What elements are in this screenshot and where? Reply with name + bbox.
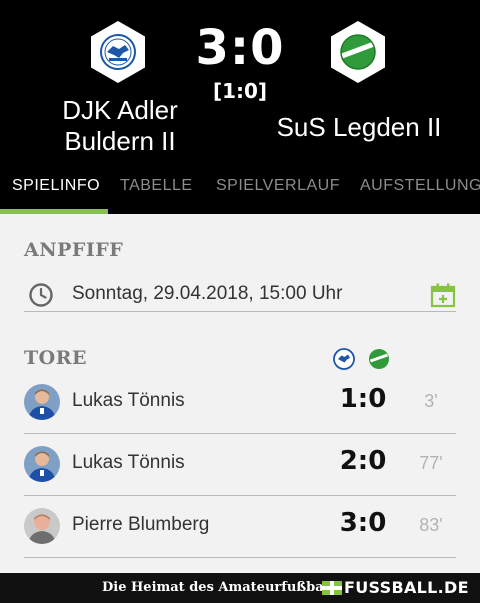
goal-scorer: Pierre Blumberg xyxy=(72,514,210,535)
tab-bar: SPIELINFO TABELLE SPIELVERLAUF AUFSTELLU… xyxy=(0,172,480,214)
fussball-flag-icon xyxy=(322,581,342,595)
goal-scorer: Lukas Tönnis xyxy=(72,452,185,473)
home-team-name-line1: DJK Adler xyxy=(62,95,178,125)
goal-minute: 77' xyxy=(419,453,443,473)
clock-icon xyxy=(29,283,53,307)
kickoff-section-title: ANPFIFF xyxy=(24,239,124,261)
footer-slogan: Die Heimat des Amateurfußballs xyxy=(102,580,341,595)
match-info-content: ANPFIFF Sonntag, 29.04.2018, 15:00 Uhr T… xyxy=(0,214,480,573)
away-team-name[interactable]: SuS Legden II xyxy=(262,112,456,143)
calendar-add-icon[interactable] xyxy=(430,282,456,308)
footer-brand: FUSSBALL.DE xyxy=(344,578,469,597)
goal-score: 3:0 xyxy=(339,508,387,538)
goal-minute: 3' xyxy=(424,391,438,411)
footer-banner[interactable]: Die Heimat des Amateurfußballs FUSSBALL.… xyxy=(0,573,480,603)
goal-score: 2:0 xyxy=(339,446,387,476)
kickoff-row: Sonntag, 29.04.2018, 15:00 Uhr xyxy=(24,278,456,312)
kickoff-datetime: Sonntag, 29.04.2018, 15:00 Uhr xyxy=(72,283,343,304)
player-avatar xyxy=(24,508,60,544)
final-score: 3:0 xyxy=(195,20,285,76)
tab-spielverlauf[interactable]: SPIELVERLAUF xyxy=(216,172,340,214)
player-avatar xyxy=(24,384,60,420)
home-team-name[interactable]: DJK Adler Buldern II xyxy=(40,95,200,157)
goals-section-title: TORE xyxy=(24,347,87,369)
goal-row[interactable]: Lukas Tönnis 1:0 3' xyxy=(24,372,456,434)
away-team-crest-icon[interactable] xyxy=(329,20,387,84)
player-avatar xyxy=(24,446,60,482)
away-team-mini-crest-icon xyxy=(367,346,391,372)
tab-aufstellung[interactable]: AUFSTELLUNG xyxy=(360,172,480,214)
goal-scorer: Lukas Tönnis xyxy=(72,390,185,411)
tab-spielinfo[interactable]: SPIELINFO xyxy=(12,172,100,214)
goal-row[interactable]: Lukas Tönnis 2:0 77' xyxy=(24,434,456,496)
tab-tabelle[interactable]: TABELLE xyxy=(120,172,193,214)
home-team-crest-icon[interactable] xyxy=(89,20,147,84)
goal-row[interactable]: Pierre Blumberg 3:0 83' xyxy=(24,496,456,558)
match-header: 3:0 [1:0] DJK Adler Buldern II SuS Legde… xyxy=(0,0,480,172)
home-team-mini-crest-icon xyxy=(332,346,356,372)
home-team-name-line2: Buldern II xyxy=(64,126,176,156)
goal-score: 1:0 xyxy=(339,384,387,414)
goal-minute: 83' xyxy=(419,515,443,535)
